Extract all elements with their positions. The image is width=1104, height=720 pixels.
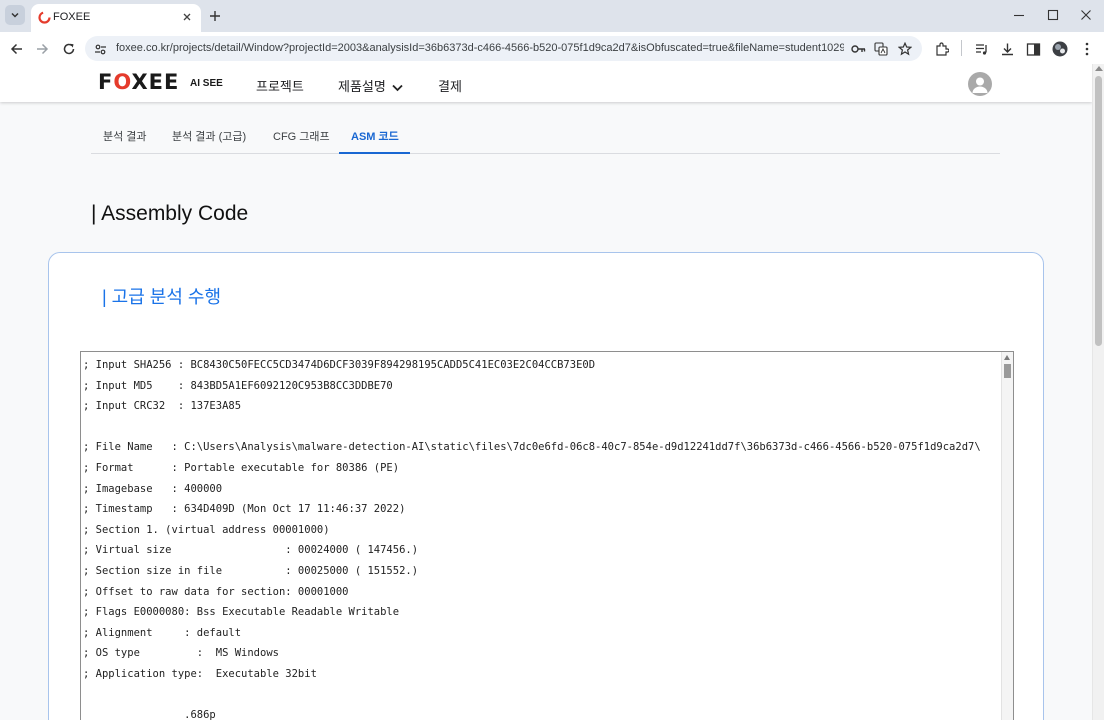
code-line: ; Section size in file : 00025000 ( 1515… bbox=[83, 564, 419, 577]
sidepanel-icon[interactable] bbox=[1024, 40, 1042, 58]
tab-title: FOXEE bbox=[53, 11, 91, 23]
download-icon[interactable] bbox=[998, 40, 1016, 58]
code-line: ; Imagebase : 400000 bbox=[83, 482, 223, 495]
code-line: ; OS type : MS Windows bbox=[83, 647, 279, 660]
code-scrollbar[interactable] bbox=[1001, 352, 1013, 720]
page-viewport: FOXEE AI SEE 프로젝트 제품설명 결제 분석 결과 분석 결과 (고… bbox=[0, 64, 1092, 720]
browser-tab[interactable]: FOXEE bbox=[31, 4, 201, 32]
code-line: ; Input CRC32 : 137E3A85 bbox=[83, 400, 242, 413]
code-line: ; Flags E0000080: Bss Executable Readabl… bbox=[83, 606, 400, 619]
tab-search-icon[interactable] bbox=[5, 5, 25, 25]
translate-icon[interactable] bbox=[873, 41, 889, 57]
code-scroll-thumb[interactable] bbox=[1004, 364, 1011, 378]
minimize-icon[interactable] bbox=[1004, 4, 1034, 26]
address-bar[interactable]: foxee.co.kr/projects/detail/Window?proje… bbox=[85, 36, 922, 61]
close-window-icon[interactable] bbox=[1071, 4, 1101, 26]
nav-product-info[interactable]: 제품설명 bbox=[338, 76, 386, 95]
back-icon[interactable] bbox=[6, 38, 28, 60]
reload-icon[interactable] bbox=[58, 38, 80, 60]
page-scroll-up-icon[interactable] bbox=[1095, 66, 1103, 71]
tab-cfg-graph[interactable]: CFG 그래프 bbox=[273, 128, 330, 144]
star-icon[interactable] bbox=[897, 41, 913, 57]
browser-tabstrip: FOXEE bbox=[0, 0, 1104, 32]
tab-analysis-result[interactable]: 분석 결과 bbox=[103, 128, 147, 144]
forward-icon[interactable] bbox=[31, 38, 53, 60]
code-line: ; File Name : C:\Users\Analysis\malware-… bbox=[83, 441, 981, 454]
maximize-icon[interactable] bbox=[1038, 4, 1068, 26]
nav-projects[interactable]: 프로젝트 bbox=[256, 76, 304, 95]
code-line: ; Offset to raw data for section: 000010… bbox=[83, 585, 349, 598]
code-line: ; Virtual size : 00024000 ( 147456.) bbox=[83, 544, 419, 557]
card-title: | 고급 분석 수행 bbox=[102, 287, 222, 307]
page-title: | Assembly Code bbox=[91, 202, 249, 225]
scroll-up-icon[interactable] bbox=[1004, 355, 1010, 360]
code-line: ; Input MD5 : 843BD5A1EF6092120C953B8CC3… bbox=[83, 379, 393, 392]
close-icon[interactable] bbox=[179, 9, 195, 25]
tab-asm-code[interactable]: ASM 코드 bbox=[351, 128, 399, 144]
toolbar-separator bbox=[961, 40, 962, 56]
logo-subtitle: AI SEE bbox=[190, 78, 223, 89]
asm-code-text: ; Input SHA256 : BC8430C50FECC5CD3474D6D… bbox=[83, 355, 1001, 720]
code-line: ; Alignment : default bbox=[83, 626, 242, 639]
plus-icon[interactable] bbox=[205, 6, 225, 26]
foxee-logo[interactable]: FOXEE bbox=[98, 70, 179, 94]
nav-payment[interactable]: 결제 bbox=[438, 76, 462, 95]
password-key-icon[interactable] bbox=[850, 41, 866, 57]
more-icon[interactable] bbox=[1078, 40, 1096, 58]
chevron-down-icon[interactable] bbox=[392, 79, 403, 97]
site-info-icon[interactable] bbox=[92, 41, 108, 57]
tab-advanced-result[interactable]: 분석 결과 (고급) bbox=[172, 128, 246, 144]
page-scrollbar[interactable] bbox=[1092, 64, 1104, 720]
code-line: ; Format : Portable executable for 80386… bbox=[83, 461, 400, 474]
code-line: ; Timestamp : 634D409D (Mon Oct 17 11:46… bbox=[83, 503, 406, 516]
profile-icon[interactable] bbox=[1051, 40, 1069, 58]
favicon-icon bbox=[38, 11, 51, 24]
page-scroll-thumb[interactable] bbox=[1095, 76, 1102, 346]
code-line: ; Application type: Executable 32bit bbox=[83, 667, 317, 680]
extensions-icon[interactable] bbox=[932, 40, 950, 58]
code-line: .686p bbox=[83, 709, 216, 720]
code-line: ; Input SHA256 : BC8430C50FECC5CD3474D6D… bbox=[83, 359, 596, 371]
code-line: ; Section 1. (virtual address 00001000) bbox=[83, 523, 330, 536]
advanced-analysis-card: | 고급 분석 수행 ; Input SHA256 : BC8430C50FEC… bbox=[48, 252, 1044, 720]
asm-code-viewer[interactable]: ; Input SHA256 : BC8430C50FECC5CD3474D6D… bbox=[80, 351, 1014, 720]
site-header: FOXEE AI SEE 프로젝트 제품설명 결제 bbox=[0, 64, 1092, 102]
browser-toolbar: foxee.co.kr/projects/detail/Window?proje… bbox=[0, 32, 1104, 64]
user-avatar-icon[interactable] bbox=[968, 72, 992, 96]
analysis-tabs: 분석 결과 분석 결과 (고급) CFG 그래프 ASM 코드 bbox=[91, 116, 1000, 154]
active-tab-indicator bbox=[339, 152, 410, 154]
url-text[interactable]: foxee.co.kr/projects/detail/Window?proje… bbox=[116, 42, 844, 54]
media-icon[interactable] bbox=[972, 40, 990, 58]
